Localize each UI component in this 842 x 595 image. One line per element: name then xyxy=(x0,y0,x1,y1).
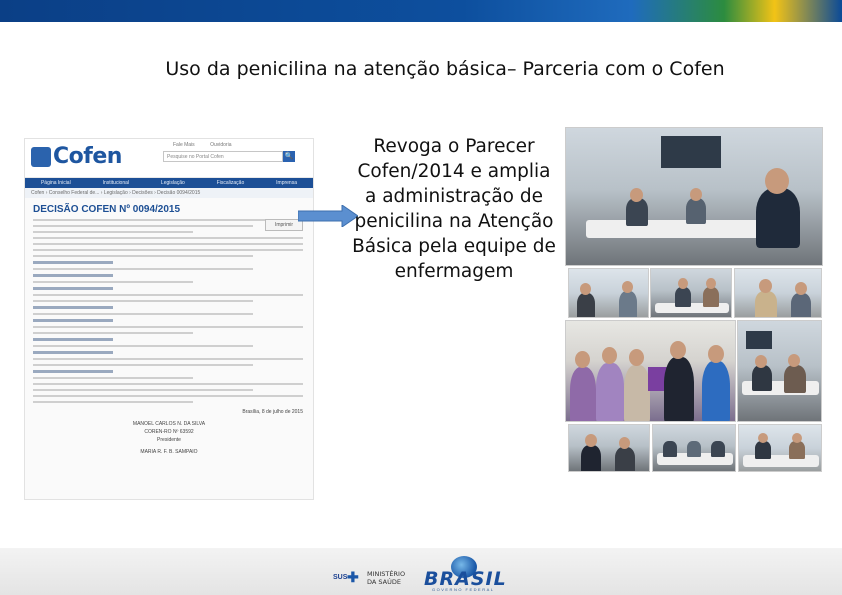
health-cross-icon: ✚ xyxy=(347,569,359,585)
signature-role: COREN-RO Nº 63592 xyxy=(144,429,194,435)
meeting-photo xyxy=(568,424,650,472)
meeting-photo xyxy=(738,424,822,472)
nav-item: Página Inicial xyxy=(40,180,71,186)
cofen-emblem-icon xyxy=(31,147,51,167)
cofen-logo: Cofen xyxy=(53,144,122,169)
document-body xyxy=(25,219,313,403)
sus-logo: SUS xyxy=(333,574,348,581)
search-icon: 🔍 xyxy=(283,151,295,162)
top-links: Fale Mais Ouvidoria xyxy=(173,142,245,148)
signature-name: MANOEL CARLOS N. DA SILVA xyxy=(132,421,206,427)
cofen-document-screenshot: Cofen Fale Mais Ouvidoria Pesquise no Po… xyxy=(24,138,314,500)
document-nav: Página Inicial Institucional Legislação … xyxy=(25,178,313,188)
ministry-logo: MINISTÉRIO DA SAÚDE xyxy=(367,570,405,586)
brasil-subtitle: GOVERNO FEDERAL xyxy=(432,587,495,592)
meeting-photo xyxy=(734,268,822,318)
footer-bar xyxy=(0,548,842,595)
meeting-photo xyxy=(568,268,649,318)
decision-heading: DECISÃO COFEN Nº 0094/2015 xyxy=(33,204,181,215)
meeting-photo xyxy=(652,424,736,472)
search-input: Pesquise no Portal Cofen xyxy=(163,151,283,162)
document-header: Cofen Fale Mais Ouvidoria Pesquise no Po… xyxy=(25,139,313,178)
signature-name-2: MARIA R. F. B. SAMPAIO xyxy=(140,449,198,455)
ministry-line: MINISTÉRIO xyxy=(367,570,406,578)
nav-item: Institucional xyxy=(102,180,130,186)
nav-item: Imprensa xyxy=(276,180,297,186)
callout-line: Revoga o Parecer xyxy=(373,136,535,157)
callout-line: a administração de xyxy=(365,186,543,207)
top-link: Fale Mais xyxy=(173,142,195,148)
breadcrumb: Cofen › Conselho Federal de... › Legisla… xyxy=(25,188,313,198)
top-banner xyxy=(0,0,842,22)
callout-line: Cofen/2014 e amplia xyxy=(357,161,551,182)
slide-title: Uso da penicilina na atenção básica– Par… xyxy=(165,58,725,80)
meeting-photo xyxy=(650,268,732,318)
ministry-line: DA SAÚDE xyxy=(367,578,401,586)
group-photo xyxy=(565,320,736,422)
nav-item: Fiscalização xyxy=(216,180,245,186)
signature-title: Presidente xyxy=(157,437,181,443)
signature-city: Brasília, 8 de julho de 2015 xyxy=(242,409,303,415)
nav-item: Legislação xyxy=(160,180,185,186)
callout-line: penicilina na Atenção xyxy=(354,211,554,232)
callout-line: Básica pela equipe de xyxy=(352,236,556,257)
meeting-room-photo xyxy=(565,127,823,266)
meeting-photo xyxy=(737,320,822,422)
top-link: Ouvidoria xyxy=(210,142,232,148)
callout-line: enfermagem xyxy=(394,261,514,282)
callout-text: Revoga o Parecer Cofen/2014 e amplia a a… xyxy=(342,134,566,284)
